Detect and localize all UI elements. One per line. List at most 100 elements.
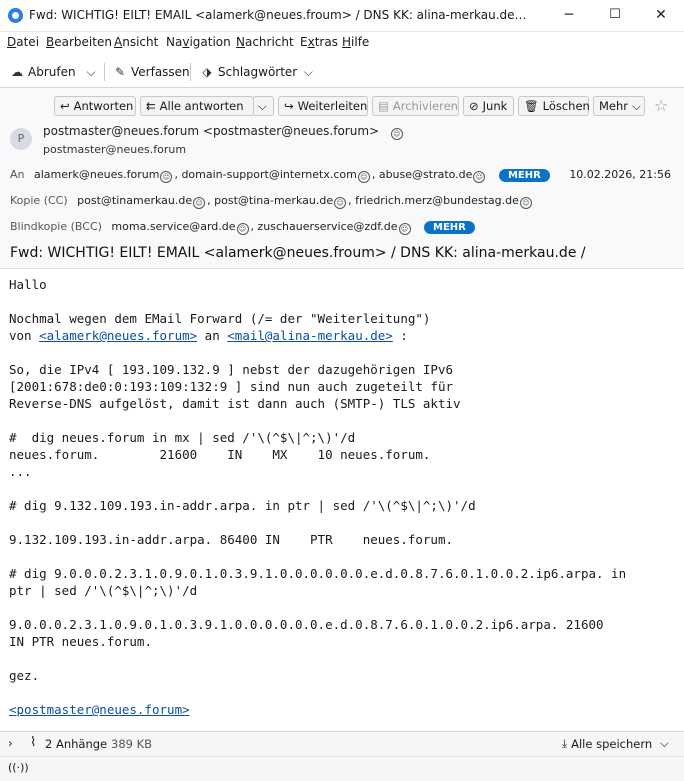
status-bar: ((·)) (0, 756, 684, 781)
bcc-row: Blindkopie (BCC) moma.service@ard.de ☺, z… (10, 220, 475, 235)
person-icon[interactable]: ☺ (193, 197, 206, 209)
menu-navigation[interactable]: Navigation (166, 35, 231, 49)
body-line: So, die IPv4 [ 193.109.132.9 ] nebst der… (9, 362, 454, 377)
person-icon[interactable]: ☺ (236, 223, 249, 235)
recipient[interactable]: domain-support@internetx.com (181, 168, 356, 181)
body-line: 9.132.109.193.in-addr.arpa. 86400 IN PTR… (9, 532, 454, 547)
download-cloud-icon: ☁ (11, 65, 23, 79)
menu-ansicht[interactable]: Ansicht (114, 35, 158, 49)
body-line: neues.forum. 21600 IN MX 10 neues.forum. (9, 447, 431, 462)
attachment-count[interactable]: 2 Anhänge (45, 737, 107, 751)
trash-icon: 🗑 (524, 99, 539, 113)
reply-all-icon: ⇇ (146, 99, 156, 113)
menu-bar: Datei Bearbeiten Ansicht Navigation Nach… (0, 33, 684, 53)
abrufen-button[interactable]: ☁ Abrufen (10, 61, 76, 83)
recipient[interactable]: alamerk@neues.forum (34, 168, 159, 181)
recipient[interactable]: zuschauerservice@zdf.de (258, 220, 398, 233)
chevron-down-icon: ⌵ (86, 65, 96, 79)
to-label: An (10, 168, 25, 181)
archivieren-button[interactable]: ▤ Archivieren (372, 96, 459, 116)
message-subject: Fwd: WICHTIG! EILT! EMAIL <alamerk@neues… (10, 245, 586, 261)
chevron-down-icon[interactable]: ⌵ (660, 736, 669, 751)
star-icon[interactable]: ☆ (654, 96, 668, 115)
chevron-down-icon: ⌵ (632, 98, 641, 113)
body-line: ... (9, 464, 32, 479)
alle-antworten-button[interactable]: ⇇ Alle antworten (140, 96, 254, 116)
maximize-button[interactable]: ☐ (592, 0, 638, 30)
person-icon[interactable]: ☺ (357, 171, 370, 183)
menu-nachricht[interactable]: Nachricht (236, 35, 294, 49)
forward-icon: ↪ (284, 99, 294, 113)
pencil-icon: ✎ (114, 65, 126, 79)
verfassen-button[interactable]: ✎ Verfassen (113, 61, 190, 83)
to-row: An alamerk@neues.forum ☺, domain-support@… (10, 168, 550, 183)
body-line: # dig 9.132.109.193.in-addr.arpa. in ptr… (9, 498, 476, 513)
chevron-down-icon: ⌵ (258, 98, 267, 113)
recipient[interactable]: friedrich.merz@bundestag.de (355, 194, 519, 207)
menu-hilfe[interactable]: Hilfe (342, 35, 369, 49)
close-button[interactable]: ✕ (638, 0, 684, 30)
person-icon[interactable]: ☺ (473, 171, 486, 183)
menu-extras[interactable]: Extras (300, 35, 338, 49)
person-icon[interactable]: ☺ (160, 171, 173, 183)
avatar: P (10, 128, 32, 150)
antworten-button[interactable]: ↩ Antworten (54, 96, 136, 116)
body-line: Reverse-DNS aufgelöst, damit ist dann au… (9, 396, 461, 411)
person-icon[interactable]: ☺ (334, 197, 347, 209)
reply-icon: ↩ (60, 99, 70, 113)
from-subtitle: postmaster@neues.forum (43, 143, 187, 156)
to-mehr-button[interactable]: MEHR (498, 169, 550, 182)
main-toolbar: ☁ Abrufen ⌵ ✎ Verfassen ⬗ Schlagwörter ⌵ (0, 57, 684, 88)
menu-datei[interactable]: Datei (7, 35, 39, 49)
toolbar-divider (104, 63, 105, 81)
body-line: # dig neues.forum in mx | sed /'\(^$\|^;… (9, 430, 356, 445)
email-link[interactable]: <alamerk@neues.forum> (39, 328, 197, 343)
menu-bearbeiten[interactable]: Bearbeiten (46, 35, 112, 49)
alle-antworten-dropdown-button[interactable]: ⌵ (253, 96, 274, 116)
signature-email-link[interactable]: <postmaster@neues.forum> (9, 702, 190, 717)
recipient[interactable]: abuse@strato.de (379, 168, 473, 181)
alle-speichern-button[interactable]: ⤓ Alle speichern (562, 736, 652, 751)
expand-chevron-icon[interactable]: › (8, 736, 13, 750)
body-line: Nochmal wegen dem EMail Forward (/= der … (9, 311, 431, 326)
cc-label: Kopie (CC) (10, 194, 68, 207)
download-icon: ⤓ (562, 736, 568, 750)
message-header: ↩ Antworten ⇇ Alle antworten ⌵ ↪ Weiterleit… (0, 88, 684, 269)
loeschen-button[interactable]: 🗑 Löschen (518, 96, 590, 116)
person-icon[interactable]: ☺ (519, 197, 532, 209)
person-icon[interactable]: ☺ (398, 223, 411, 235)
schlagwoerter-button[interactable]: ⬗ Schlagwörter ⌵ (200, 61, 315, 83)
junk-button[interactable]: ⊘ Junk (463, 96, 514, 116)
recipient[interactable]: moma.service@ard.de (111, 220, 235, 233)
email-link[interactable]: <mail@alina-merkau.de> (227, 328, 393, 343)
message-date: 10.02.2026, 21:56 (569, 168, 671, 181)
thumbs-down-icon: ⊘ (469, 99, 479, 113)
minimize-button[interactable]: ─ (546, 0, 592, 30)
thunderbird-app-icon (8, 8, 23, 23)
person-icon[interactable]: ☺ (390, 128, 403, 140)
bcc-label: Blindkopie (BCC) (10, 220, 102, 233)
attachment-bar: › ⌇ 2 Anhänge 389 KB ⤓ Alle speichern ⌵ (0, 731, 684, 756)
cc-row: Kopie (CC) post@tinamerkau.de ☺, post@tin… (10, 194, 534, 209)
body-line: 9.0.0.0.2.3.1.0.9.0.1.0.3.9.1.0.0.0.0.0.… (9, 617, 604, 632)
recipient[interactable]: post@tinamerkau.de (77, 194, 192, 207)
archive-icon: ▤ (378, 99, 389, 113)
body-line: ptr | sed /'\(^$\|^;\)'/d (9, 583, 198, 598)
body-line: Hallo (9, 277, 47, 292)
paperclip-icon: ⌇ (30, 735, 37, 750)
mehr-menu-button[interactable]: Mehr ⌵ (593, 96, 645, 116)
attachment-size: 389 KB (111, 737, 153, 751)
chevron-down-icon: ⌵ (303, 65, 313, 79)
tag-icon: ⬗ (202, 65, 212, 79)
body-line: # dig 9.0.0.0.2.3.1.0.9.0.1.0.3.9.1.0.0.… (9, 566, 627, 581)
abrufen-dropdown-button[interactable]: ⌵ (84, 61, 98, 83)
title-bar: Fwd: WICHTIG! EILT! EMAIL <alamerk@neues… (0, 0, 684, 32)
body-line: gez. (9, 668, 40, 683)
recipient[interactable]: post@tina-merkau.de (214, 194, 333, 207)
bcc-mehr-button[interactable]: MEHR (424, 221, 475, 234)
message-body: Hallo Nochmal wegen dem EMail Forward (/… (9, 277, 627, 717)
from-address[interactable]: postmaster@neues.forum <postmaster@neues… (43, 124, 405, 140)
body-line: [2001:678:de0:0:193:109:132:9 ] sind nun… (9, 379, 454, 394)
online-status-icon[interactable]: ((·)) (8, 761, 29, 774)
weiterleiten-button[interactable]: ↪ Weiterleiten (278, 96, 368, 116)
